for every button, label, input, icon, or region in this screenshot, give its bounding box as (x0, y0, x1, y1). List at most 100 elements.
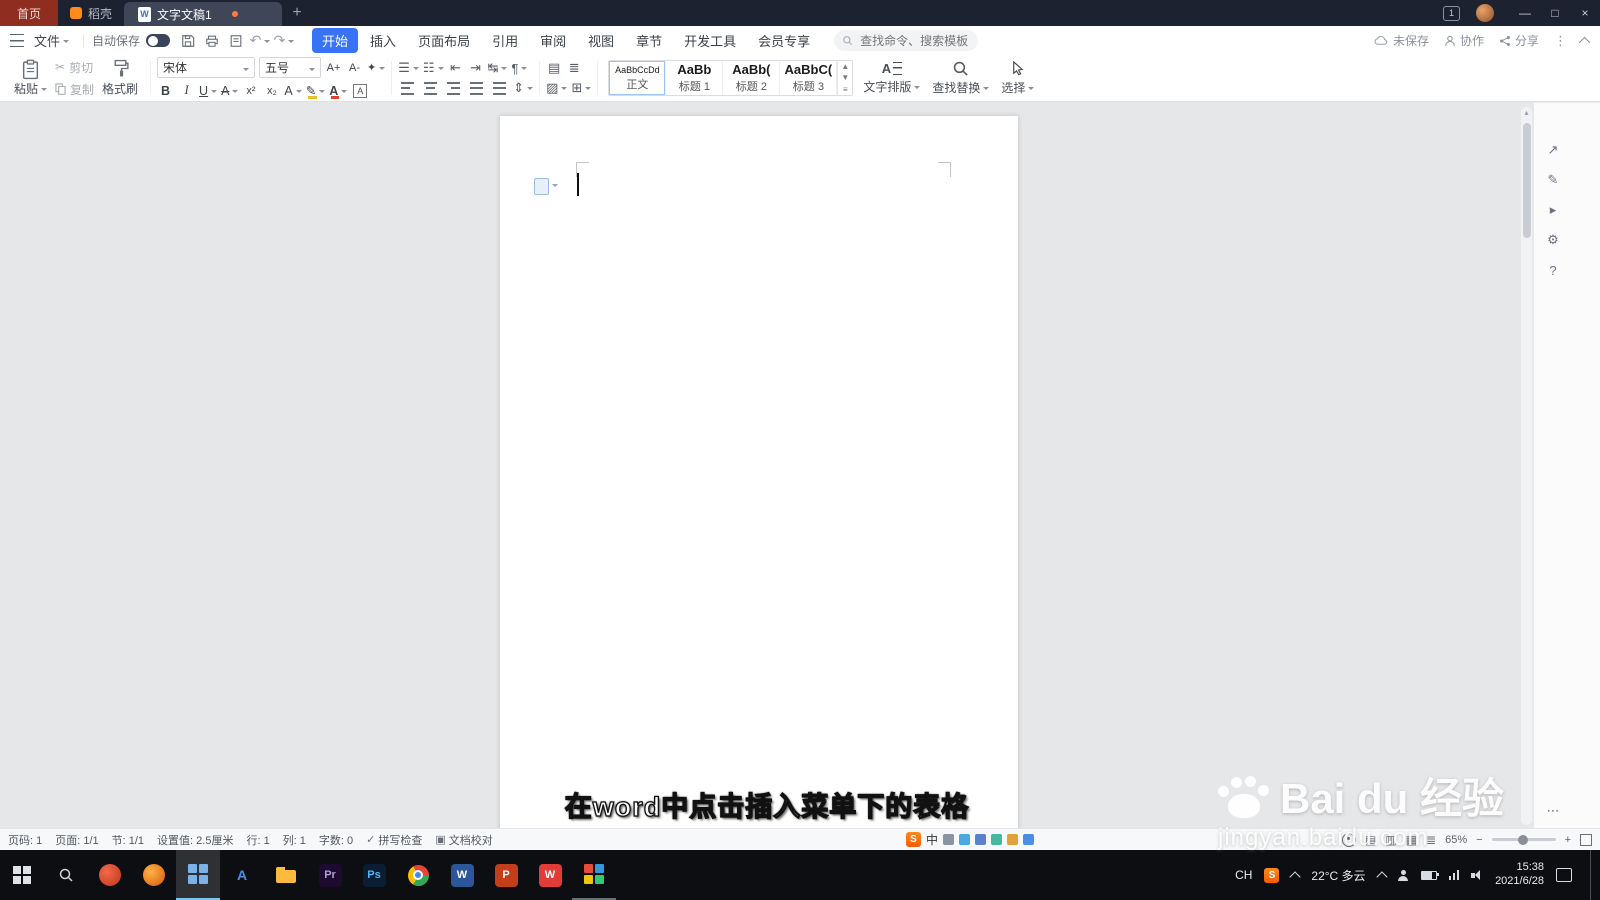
text-effects-button[interactable]: ✦ (367, 59, 385, 76)
tray-weather[interactable]: 22°C 多云 (1311, 867, 1365, 884)
settings-panel-icon[interactable]: ⚙ (1544, 231, 1562, 249)
collaborate-button[interactable]: 协作 (1444, 32, 1484, 49)
sogou-icon[interactable]: S (906, 832, 921, 847)
underline-button[interactable]: U (199, 82, 217, 99)
decrease-indent-button[interactable]: ⇤ (448, 60, 464, 76)
sogou-ime-bar[interactable]: S 中 (906, 829, 1035, 850)
format-painter-button[interactable]: 格式刷 (96, 57, 144, 99)
status-word-count[interactable]: 字数: 0 (319, 832, 353, 848)
help-panel-icon[interactable]: ? (1544, 261, 1562, 279)
zoom-out-icon[interactable]: − (1476, 834, 1482, 846)
zoom-slider-knob[interactable] (1517, 834, 1528, 845)
more-panels-icon[interactable]: ⋯ (1544, 802, 1562, 820)
hamburger-icon[interactable] (10, 34, 24, 47)
action-center-icon[interactable] (1556, 868, 1572, 882)
app-firefox-icon[interactable] (132, 850, 176, 900)
italic-button[interactable]: I (178, 82, 195, 99)
tab-view[interactable]: 视图 (578, 28, 624, 53)
close-button[interactable]: × (1570, 0, 1600, 26)
scroll-up-icon[interactable]: ▴ (1521, 108, 1532, 117)
shading-style-icon[interactable]: ▤ (546, 60, 562, 76)
tab-references[interactable]: 引用 (482, 28, 528, 53)
app-premiere-icon[interactable]: Pr (308, 850, 352, 900)
show-desktop-strip[interactable] (1590, 850, 1596, 900)
autosave-toggle[interactable] (146, 34, 171, 47)
print-icon[interactable] (201, 31, 223, 51)
justify-button[interactable] (470, 81, 484, 95)
nav-panel-icon[interactable]: ▸ (1544, 201, 1562, 219)
split-view-icon[interactable]: 1 (1443, 5, 1460, 21)
ime-skin-icon[interactable] (1007, 834, 1019, 845)
volume-icon[interactable] (1471, 869, 1483, 881)
undo-icon[interactable]: ↶ (249, 31, 271, 51)
gallery-down-icon[interactable]: ▼ (838, 72, 852, 83)
vertical-scrollbar[interactable]: ▴ (1521, 107, 1532, 825)
strikethrough-button[interactable]: A (221, 82, 238, 99)
search-input[interactable] (858, 32, 971, 49)
outline-view-icon[interactable]: ▦ (1406, 833, 1417, 847)
font-name-select[interactable]: 宋体 (157, 57, 256, 78)
distribute-button[interactable] (493, 81, 507, 95)
share-button[interactable]: 分享 (1499, 32, 1539, 49)
app-wps-office-icon[interactable] (572, 850, 616, 900)
tab-home[interactable]: 首页 (0, 0, 58, 26)
ime-punct-icon[interactable] (943, 834, 955, 845)
fit-page-icon[interactable] (1580, 833, 1592, 846)
app-chrome-icon[interactable] (396, 850, 440, 900)
file-explorer-icon[interactable] (264, 850, 308, 900)
save-icon[interactable] (177, 31, 199, 51)
maximize-button[interactable]: □ (1540, 0, 1570, 26)
zoom-in-icon[interactable]: + (1565, 834, 1571, 846)
align-center-button[interactable] (424, 81, 438, 95)
paste-button[interactable]: 粘贴 (8, 57, 53, 99)
tab-insert[interactable]: 插入 (360, 28, 406, 53)
asian-layout-button[interactable]: ↹ (488, 60, 508, 76)
ime-mic-icon[interactable] (975, 834, 987, 845)
subscript-button[interactable]: x₂ (263, 82, 280, 99)
tab-section[interactable]: 章节 (626, 28, 672, 53)
ime-toolbox-icon[interactable] (1023, 834, 1035, 845)
borders-button[interactable]: ⊞ (571, 80, 591, 96)
share-panel-icon[interactable]: ↗ (1544, 141, 1562, 159)
hidden-icons-chevron[interactable] (1375, 870, 1388, 883)
tab-review[interactable]: 审阅 (530, 28, 576, 53)
app-powerpoint-icon[interactable]: P (484, 850, 528, 900)
line-spacing-button[interactable]: ⇕ (513, 80, 533, 96)
style-normal[interactable]: AaBbCcDd 正文 (609, 61, 667, 95)
zoom-value[interactable]: 65% (1445, 834, 1467, 846)
zoom-slider[interactable] (1491, 834, 1556, 845)
font-color-button[interactable]: A (329, 82, 347, 99)
taskbar-search-button[interactable] (44, 850, 88, 900)
tab-page-layout[interactable]: 页面布局 (408, 28, 480, 53)
paragraph-options-icon[interactable] (534, 178, 549, 195)
font-size-select[interactable]: 五号 (259, 57, 322, 78)
print-preview-icon[interactable] (225, 31, 247, 51)
tray-user-icon[interactable] (1398, 869, 1409, 881)
numbering-button[interactable]: ☷ (423, 60, 444, 76)
bold-button[interactable]: B (157, 82, 174, 99)
bullets-button[interactable]: ☰ (398, 60, 419, 76)
style-heading1[interactable]: AaBb 标题 1 (666, 61, 724, 95)
edit-panel-icon[interactable]: ✎ (1544, 171, 1562, 189)
page-view-icon[interactable]: ▤ (1365, 833, 1376, 847)
app-a-icon[interactable]: A (220, 850, 264, 900)
tray-expand-icon[interactable] (1289, 870, 1302, 883)
web-view-icon[interactable]: ≣ (1426, 833, 1436, 847)
command-search[interactable] (834, 30, 979, 51)
start-button[interactable] (0, 850, 44, 900)
ime-keyboard-icon[interactable] (991, 834, 1003, 845)
tab-developer[interactable]: 开发工具 (674, 28, 746, 53)
align-right-button[interactable] (447, 81, 461, 95)
clock[interactable]: 15:38 2021/6/28 (1495, 861, 1544, 889)
fullscreen-view-icon[interactable]: ▥ (1385, 833, 1396, 847)
redo-icon[interactable]: ↷ (273, 31, 295, 51)
increase-indent-button[interactable]: ⇥ (468, 60, 484, 76)
user-avatar[interactable] (1476, 4, 1494, 22)
shading-color-button[interactable]: ▨ (546, 80, 567, 96)
character-border-button[interactable]: A (353, 83, 368, 98)
ime-lang-mode[interactable]: 中 (926, 831, 938, 848)
tab-start[interactable]: 开始 (312, 28, 359, 53)
text-layout-button[interactable]: A 文字排版 (857, 57, 926, 99)
app-wps-writer-active[interactable] (176, 850, 220, 900)
cut-button[interactable]: ✂ 剪切 (55, 59, 94, 76)
